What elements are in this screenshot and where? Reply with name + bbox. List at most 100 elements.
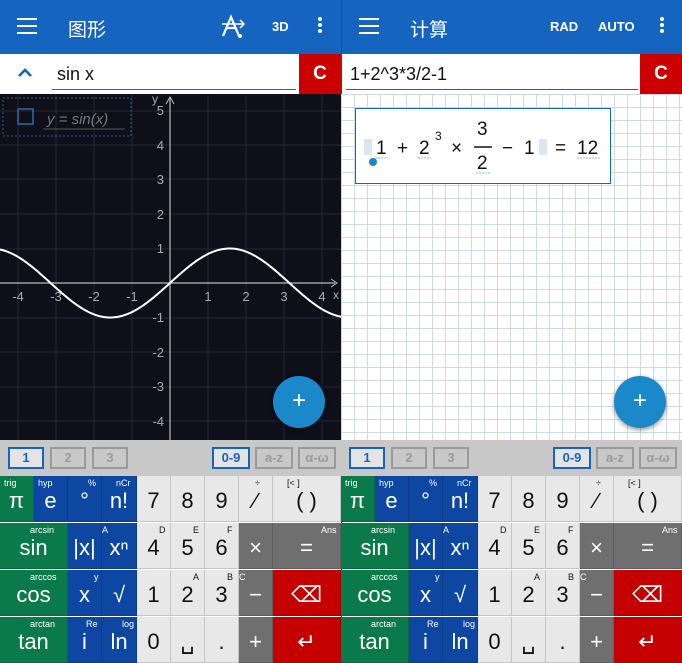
- key-space[interactable]: ␣: [171, 617, 205, 663]
- key-deg[interactable]: °%: [68, 476, 102, 522]
- key-n2[interactable]: 2A: [512, 570, 546, 616]
- key-sqrt[interactable]: √: [443, 570, 478, 616]
- key-cos[interactable]: cos arccos: [0, 570, 68, 616]
- key-n7[interactable]: 7: [137, 476, 171, 522]
- key-n9[interactable]: 9: [546, 476, 580, 522]
- key-pow[interactable]: xⁿ A: [443, 523, 478, 569]
- key-n5[interactable]: 5E: [512, 523, 546, 569]
- key-n8[interactable]: 8: [171, 476, 205, 522]
- key-n6[interactable]: 6F: [546, 523, 580, 569]
- clear-button[interactable]: C: [640, 54, 682, 94]
- key-n7[interactable]: 7: [478, 476, 512, 522]
- axes-settings-icon[interactable]: [220, 14, 246, 40]
- key-n4[interactable]: 4D: [137, 523, 171, 569]
- expression-input[interactable]: 1+2^3*3/2-1: [346, 62, 638, 90]
- graph-canvas[interactable]: x y -4 -3 -2 -1 1 2 3 4 5 4 3 2 1 -1 -2 …: [0, 94, 341, 440]
- function-input[interactable]: sin x: [52, 62, 296, 90]
- cursor-handle[interactable]: [369, 158, 377, 166]
- key-enter[interactable]: ↵: [273, 617, 341, 663]
- key-sin[interactable]: sin arcsin: [341, 523, 409, 569]
- key-n0[interactable]: 0: [478, 617, 512, 663]
- key-e[interactable]: e hyp: [34, 476, 68, 522]
- tab-3[interactable]: 3: [92, 447, 128, 469]
- key-tan[interactable]: tan arctan: [0, 617, 68, 663]
- key-dot[interactable]: .: [205, 617, 239, 663]
- rad-button[interactable]: RAD: [550, 19, 578, 34]
- clear-button[interactable]: C: [299, 54, 341, 94]
- key-plus[interactable]: +: [580, 617, 614, 663]
- key-ln[interactable]: ln log: [102, 617, 137, 663]
- more-options-icon[interactable]: [318, 17, 322, 35]
- key-ln[interactable]: ln log: [443, 617, 478, 663]
- key-n6[interactable]: 6F: [205, 523, 239, 569]
- key-fact[interactable]: n! nCr: [102, 476, 137, 522]
- key-minus[interactable]: − C: [239, 570, 273, 616]
- math-display[interactable]: 1 + 2 3 × 3 2 − 1 = 12: [355, 108, 611, 184]
- tab-1[interactable]: 1: [8, 447, 44, 469]
- key-eq[interactable]: = Ans: [273, 523, 341, 569]
- key-n1[interactable]: 1: [137, 570, 171, 616]
- key-n3[interactable]: 3B: [205, 570, 239, 616]
- add-fab[interactable]: +: [614, 376, 666, 428]
- key-n9[interactable]: 9: [205, 476, 239, 522]
- key-n8[interactable]: 8: [512, 476, 546, 522]
- key-mul[interactable]: ×: [239, 523, 273, 569]
- key-n3[interactable]: 3B: [546, 570, 580, 616]
- key-i[interactable]: i Re: [68, 617, 102, 663]
- tab-latin[interactable]: a-z: [596, 447, 634, 469]
- x-tick: 1: [204, 289, 211, 304]
- tab-digits[interactable]: 0-9: [553, 447, 591, 469]
- key-space[interactable]: ␣: [512, 617, 546, 663]
- page-title: 计算: [410, 20, 449, 41]
- key-cos[interactable]: cos arccos: [341, 570, 409, 616]
- key-dot[interactable]: .: [546, 617, 580, 663]
- key-mul[interactable]: ×: [580, 523, 614, 569]
- key-sqrt[interactable]: √: [102, 570, 137, 616]
- menu-icon[interactable]: [359, 18, 379, 34]
- key-paren[interactable]: ( ) [< ]: [273, 476, 341, 522]
- key-i[interactable]: i Re: [409, 617, 443, 663]
- key-abs[interactable]: |x|: [409, 523, 443, 569]
- key-n1[interactable]: 1: [478, 570, 512, 616]
- add-fab[interactable]: +: [273, 376, 325, 428]
- key-n4[interactable]: 4D: [478, 523, 512, 569]
- key-n5[interactable]: 5E: [171, 523, 205, 569]
- key-n0[interactable]: 0: [137, 617, 171, 663]
- key-pow[interactable]: xⁿ A: [102, 523, 137, 569]
- tab-2[interactable]: 2: [50, 447, 86, 469]
- 3d-button[interactable]: 3D: [272, 19, 289, 34]
- key-deg[interactable]: °%: [409, 476, 443, 522]
- key-eq[interactable]: = Ans: [614, 523, 682, 569]
- result: 12: [577, 138, 598, 159]
- key-paren[interactable]: ( ) [< ]: [614, 476, 682, 522]
- key-n2[interactable]: 2A: [171, 570, 205, 616]
- tab-2[interactable]: 2: [391, 447, 427, 469]
- key-pi[interactable]: π trig: [341, 476, 375, 522]
- key-backspace[interactable]: ⌫: [614, 570, 682, 616]
- key-backspace[interactable]: ⌫: [273, 570, 341, 616]
- key-sin[interactable]: sin arcsin: [0, 523, 68, 569]
- collapse-chevron-icon[interactable]: [16, 64, 34, 82]
- key-abs[interactable]: |x|: [68, 523, 102, 569]
- key-e[interactable]: e hyp: [375, 476, 409, 522]
- tab-greek[interactable]: α-ω: [639, 447, 677, 469]
- key-x[interactable]: xy: [68, 570, 102, 616]
- key-fact[interactable]: n! nCr: [443, 476, 478, 522]
- tab-1[interactable]: 1: [349, 447, 385, 469]
- menu-icon[interactable]: [17, 18, 37, 34]
- key-minus[interactable]: − C: [580, 570, 614, 616]
- tab-digits[interactable]: 0-9: [212, 447, 250, 469]
- tab-latin[interactable]: a-z: [255, 447, 293, 469]
- key-plus[interactable]: +: [239, 617, 273, 663]
- key-tan[interactable]: tan arctan: [341, 617, 409, 663]
- key-div[interactable]: ∕ ÷: [580, 476, 614, 522]
- key-pi[interactable]: π trig: [0, 476, 34, 522]
- more-options-icon[interactable]: [660, 17, 664, 35]
- key-div[interactable]: ∕ ÷: [239, 476, 273, 522]
- tab-greek[interactable]: α-ω: [298, 447, 336, 469]
- auto-button[interactable]: AUTO: [598, 19, 635, 34]
- tab-3[interactable]: 3: [433, 447, 469, 469]
- key-x[interactable]: xy: [409, 570, 443, 616]
- key-enter[interactable]: ↵: [614, 617, 682, 663]
- key-sublabel: arctan: [30, 619, 56, 629]
